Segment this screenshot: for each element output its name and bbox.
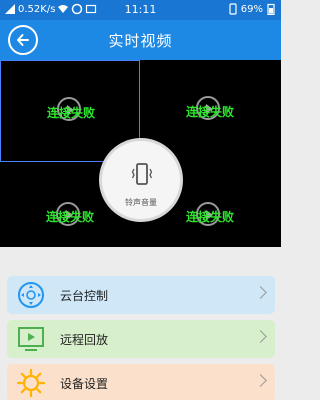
battery-icon — [267, 3, 275, 15]
chevron-right-icon — [254, 286, 267, 299]
ring-volume-label: 铃声音量 — [125, 198, 157, 207]
remote-playback-label: 远程回放 — [60, 333, 109, 347]
battery-percent: 69% — [240, 3, 263, 15]
device-settings-item[interactable]: 设备设置 — [7, 364, 275, 400]
playback-icon — [18, 327, 44, 351]
status-right: 69% — [227, 3, 277, 15]
connection-failed-text: 连接失败 — [46, 210, 95, 224]
ring-volume-button[interactable]: 铃声音量 — [99, 138, 183, 222]
ptz-control-item[interactable]: 云台控制 — [7, 276, 275, 314]
chevron-right-icon — [254, 330, 267, 343]
device-settings-label: 设备设置 — [60, 377, 109, 391]
phone-vibrate-icon — [131, 163, 153, 185]
ptz-control-label: 云台控制 — [60, 289, 109, 303]
connection-failed-text: 连接失败 — [47, 106, 96, 120]
page-title: 实时视频 — [108, 32, 173, 50]
connection-failed-text: 连接失败 — [186, 210, 235, 224]
connection-failed-text: 连接失败 — [186, 105, 235, 119]
settings-sun-icon — [17, 369, 45, 397]
remote-playback-item[interactable]: 远程回放 — [7, 320, 275, 358]
ptz-control-icon — [18, 282, 44, 308]
header-bar: 实时视频 — [0, 20, 281, 60]
status-bar: 0.52K/s 11:11 69% — [0, 0, 281, 20]
call-icon — [229, 3, 237, 15]
chevron-right-icon — [254, 374, 267, 387]
app-screen: 0.52K/s 11:11 69% 实时视频 连接失败 连接失败 连接失败 连接… — [0, 0, 281, 400]
